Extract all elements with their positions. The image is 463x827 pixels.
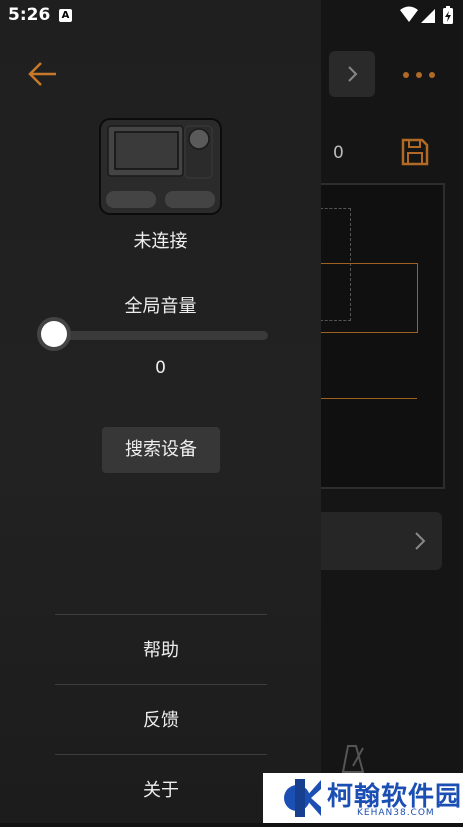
wifi-icon: [400, 6, 418, 22]
bg-orange-region: [320, 263, 418, 333]
status-icons: [400, 6, 453, 24]
more-icon[interactable]: [402, 72, 436, 78]
drawer-menu: 帮助 反馈 关于: [55, 614, 267, 824]
volume-slider[interactable]: [40, 321, 268, 348]
menu-item-about[interactable]: 关于: [55, 754, 267, 824]
menu-item-feedback[interactable]: 反馈: [55, 684, 267, 754]
chevron-right-icon: [348, 66, 358, 82]
notification-icon: A: [59, 9, 72, 22]
menu-item-help[interactable]: 帮助: [55, 614, 267, 684]
arrow-left-icon: [28, 62, 56, 86]
battery-charging-icon: [443, 6, 453, 24]
device-icon: [99, 118, 222, 215]
metronome-icon[interactable]: [341, 744, 367, 774]
search-devices-button[interactable]: 搜索设备: [102, 427, 220, 473]
signal-icon: [421, 9, 435, 23]
watermark-logo-icon: [284, 779, 321, 817]
volume-value: 0: [155, 358, 166, 378]
watermark-sub: KEHAN38.COM: [357, 808, 435, 818]
volume-label: 全局音量: [124, 296, 197, 317]
save-icon[interactable]: [400, 137, 430, 167]
watermark: 柯翰软件园 KEHAN38.COM: [263, 773, 463, 823]
bg-orange-line: [320, 398, 417, 399]
bg-value: 0: [333, 143, 344, 163]
slider-thumb[interactable]: [41, 321, 67, 347]
next-button[interactable]: [329, 51, 375, 97]
connection-status: 未连接: [133, 231, 188, 252]
slider-track: [54, 331, 268, 340]
status-time: 5:26: [8, 5, 51, 25]
status-bar: 5:26 A: [0, 0, 463, 32]
chevron-right-icon: [415, 532, 426, 550]
back-button[interactable]: [24, 56, 60, 92]
side-drawer: 未连接 全局音量 0 搜索设备 帮助 反馈 关于: [0, 0, 321, 823]
